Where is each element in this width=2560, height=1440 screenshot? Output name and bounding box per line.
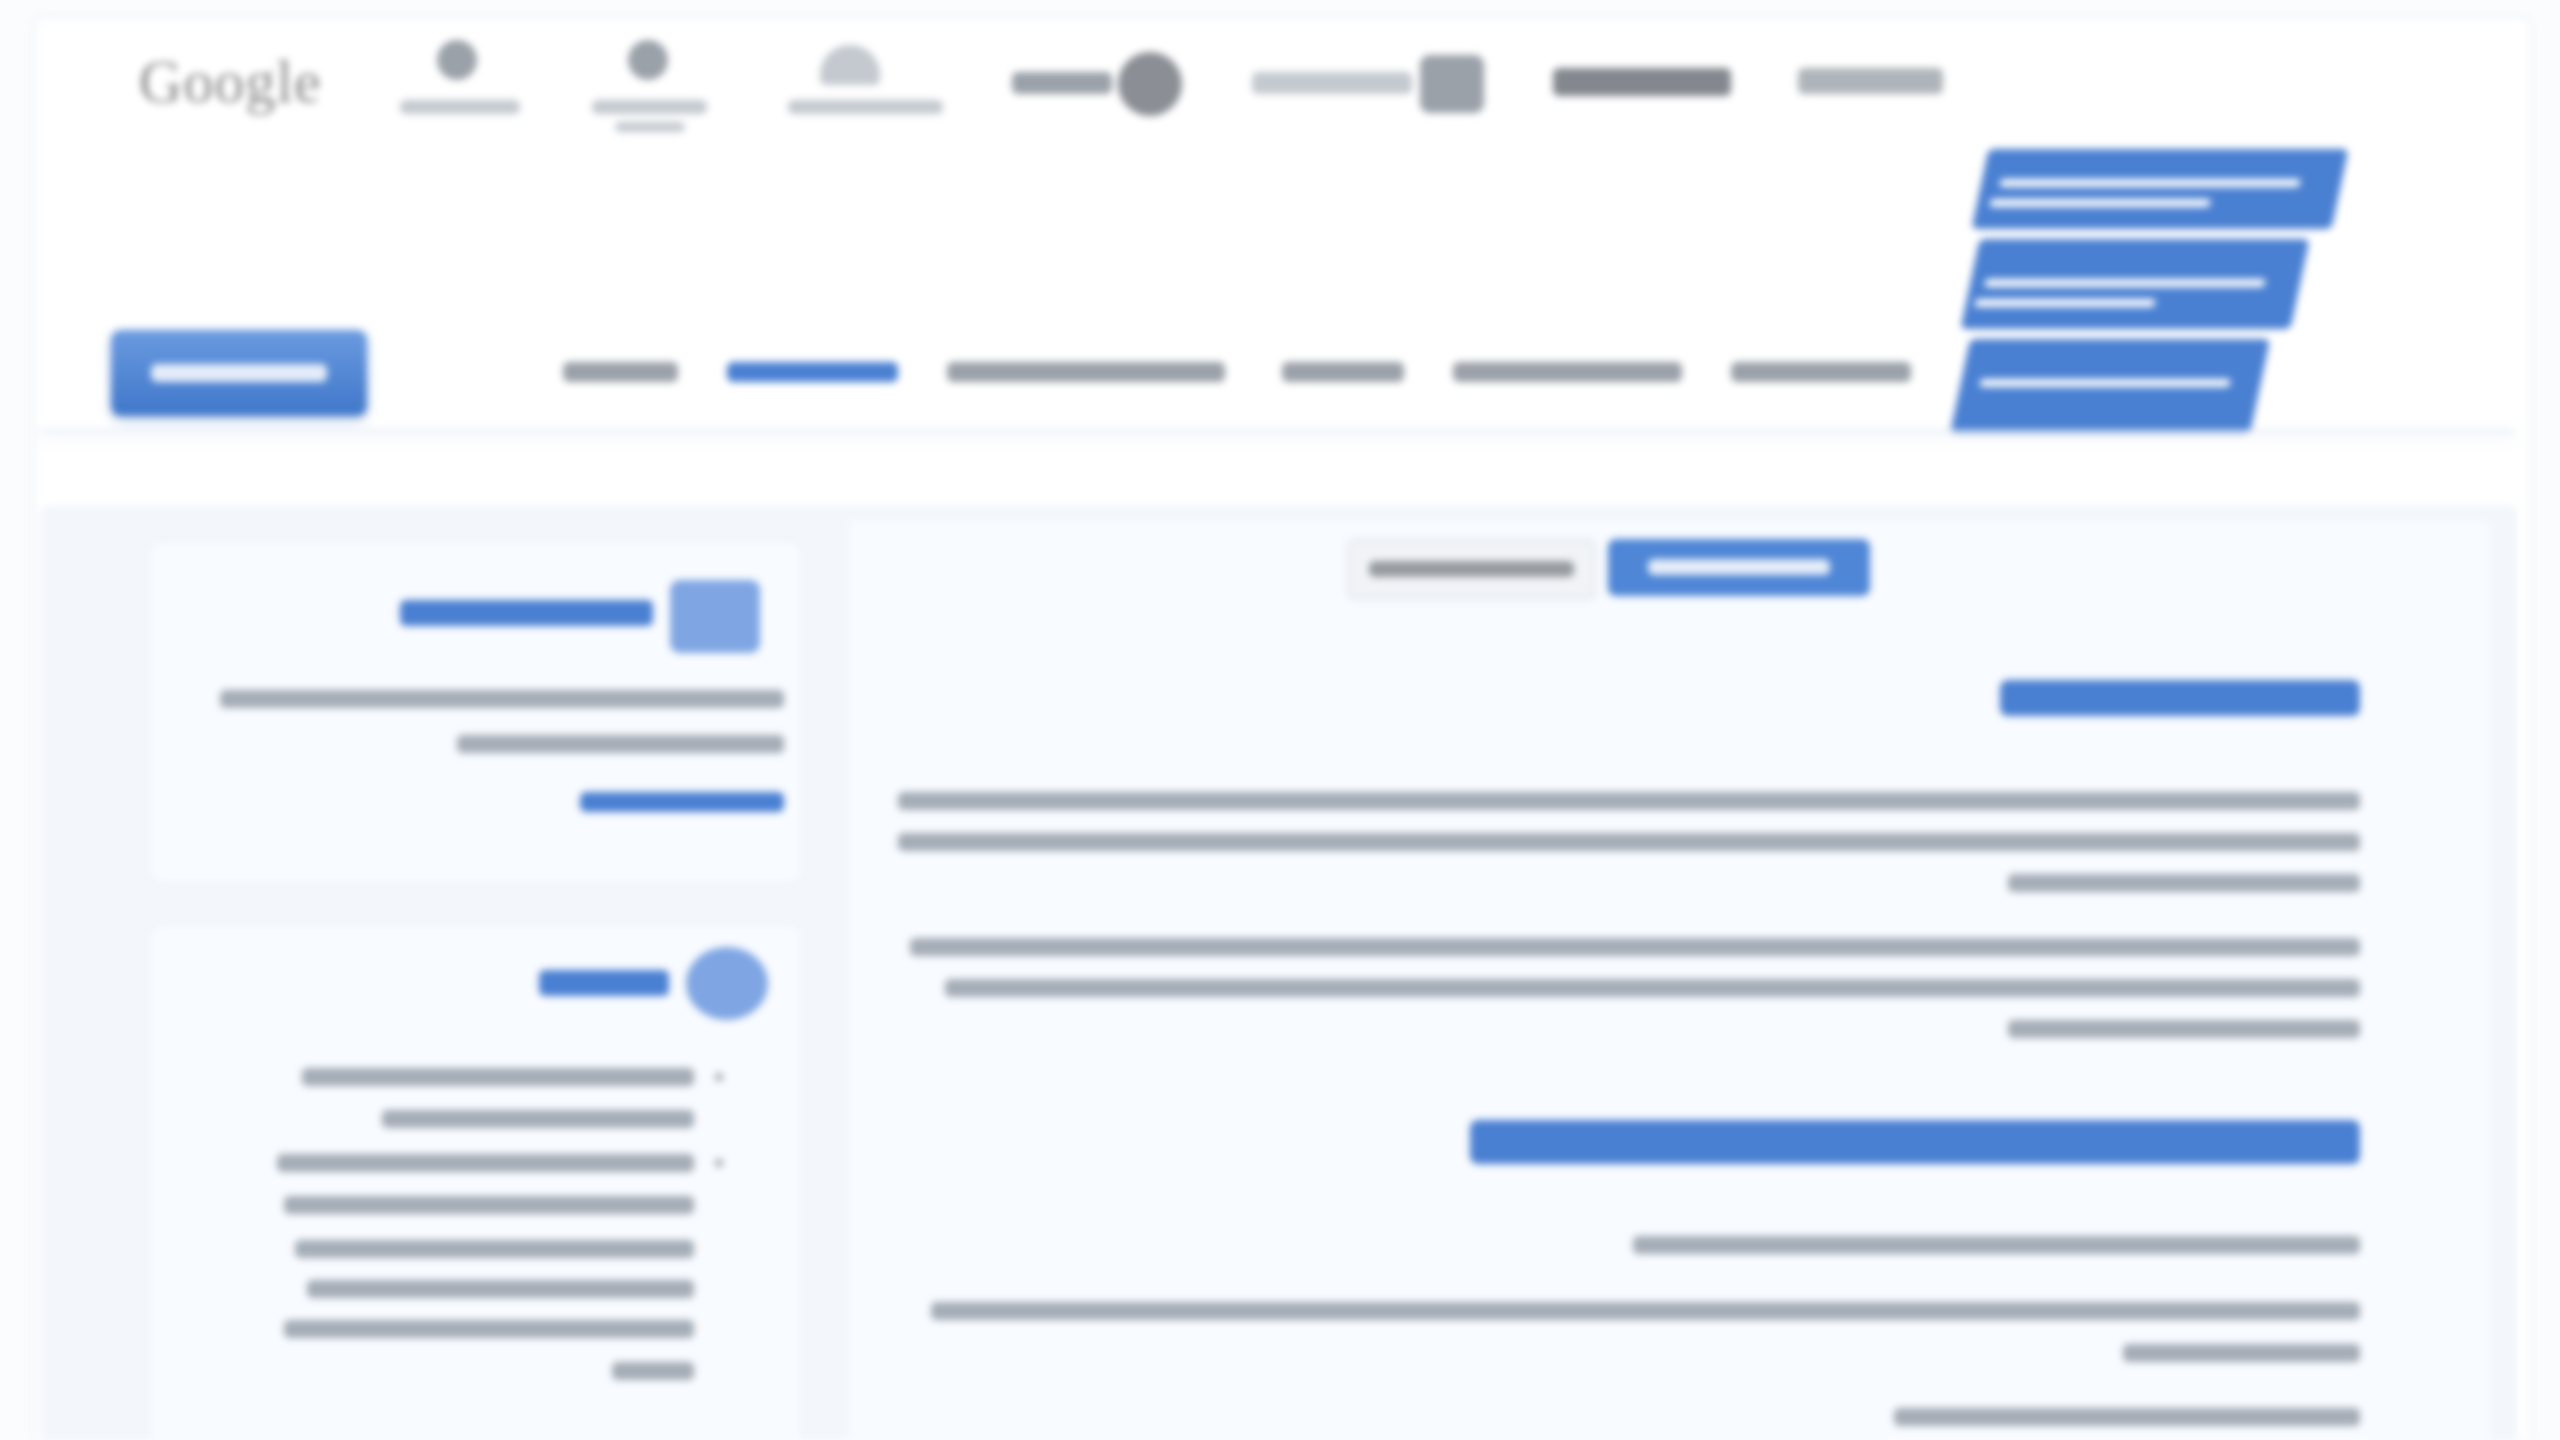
sidebar-link[interactable]	[580, 792, 784, 812]
tab[interactable]	[1347, 539, 1596, 600]
paragraph-line	[2008, 874, 2360, 892]
person-badge-icon	[628, 40, 668, 80]
logo-caption	[400, 100, 520, 114]
sidebar-list-line	[382, 1110, 694, 1128]
sidebar-text-line	[457, 735, 784, 753]
list-line	[1894, 1408, 2360, 1426]
header-divider	[41, 430, 2515, 433]
section-heading	[1470, 1120, 2360, 1164]
paragraph-line	[898, 792, 2360, 810]
cta-label	[151, 364, 327, 382]
paragraph-line	[898, 833, 2360, 851]
sidebar-text-line	[220, 690, 784, 708]
paragraph-line	[910, 938, 2360, 956]
logo-wordmark	[1252, 72, 1412, 94]
google-logo[interactable]: Google	[139, 48, 339, 128]
sidebar-card-title	[539, 970, 669, 996]
sidebar-list-line	[295, 1240, 694, 1258]
sidebar-list-line	[277, 1154, 694, 1172]
sidebar-list-line	[612, 1362, 694, 1380]
paragraph-line	[945, 979, 2360, 997]
tab-label	[1369, 561, 1574, 577]
sidebar-list-line	[284, 1196, 694, 1214]
nav-item[interactable]	[1453, 362, 1682, 382]
section-heading	[2000, 680, 2360, 716]
paragraph-line	[2008, 1020, 2360, 1038]
tab-active[interactable]	[1608, 539, 1870, 596]
nav-item-active[interactable]	[727, 362, 898, 382]
logo-caption	[615, 122, 685, 132]
logo-caption	[592, 100, 707, 114]
logo-caption	[788, 100, 943, 114]
nav-item[interactable]	[947, 362, 1225, 382]
brand-logo[interactable]	[1949, 139, 2352, 439]
info-circle-icon	[686, 947, 768, 1020]
square-mark-icon	[1420, 55, 1484, 113]
tab-label	[1648, 559, 1830, 575]
list-line	[931, 1302, 2360, 1320]
nav-item[interactable]	[1282, 362, 1404, 382]
person-badge-icon	[437, 40, 477, 80]
sidebar-card-title	[400, 600, 653, 626]
document-icon	[670, 580, 760, 653]
circle-mark-icon	[1118, 52, 1182, 116]
list-line	[2123, 1344, 2360, 1362]
nav-item[interactable]	[1731, 362, 1911, 382]
sidebar-list-line	[307, 1280, 694, 1298]
list-line	[1633, 1236, 2360, 1254]
cta-button[interactable]	[111, 330, 367, 416]
page: Google	[0, 0, 2560, 1440]
sidebar-list-line	[284, 1320, 694, 1338]
partner-logo-7[interactable]	[1553, 68, 1731, 96]
nav-item[interactable]	[563, 362, 678, 382]
partner-logo-8[interactable]	[1798, 68, 1943, 94]
sidebar-list-line	[302, 1068, 694, 1086]
logo-wordmark	[1012, 72, 1112, 94]
